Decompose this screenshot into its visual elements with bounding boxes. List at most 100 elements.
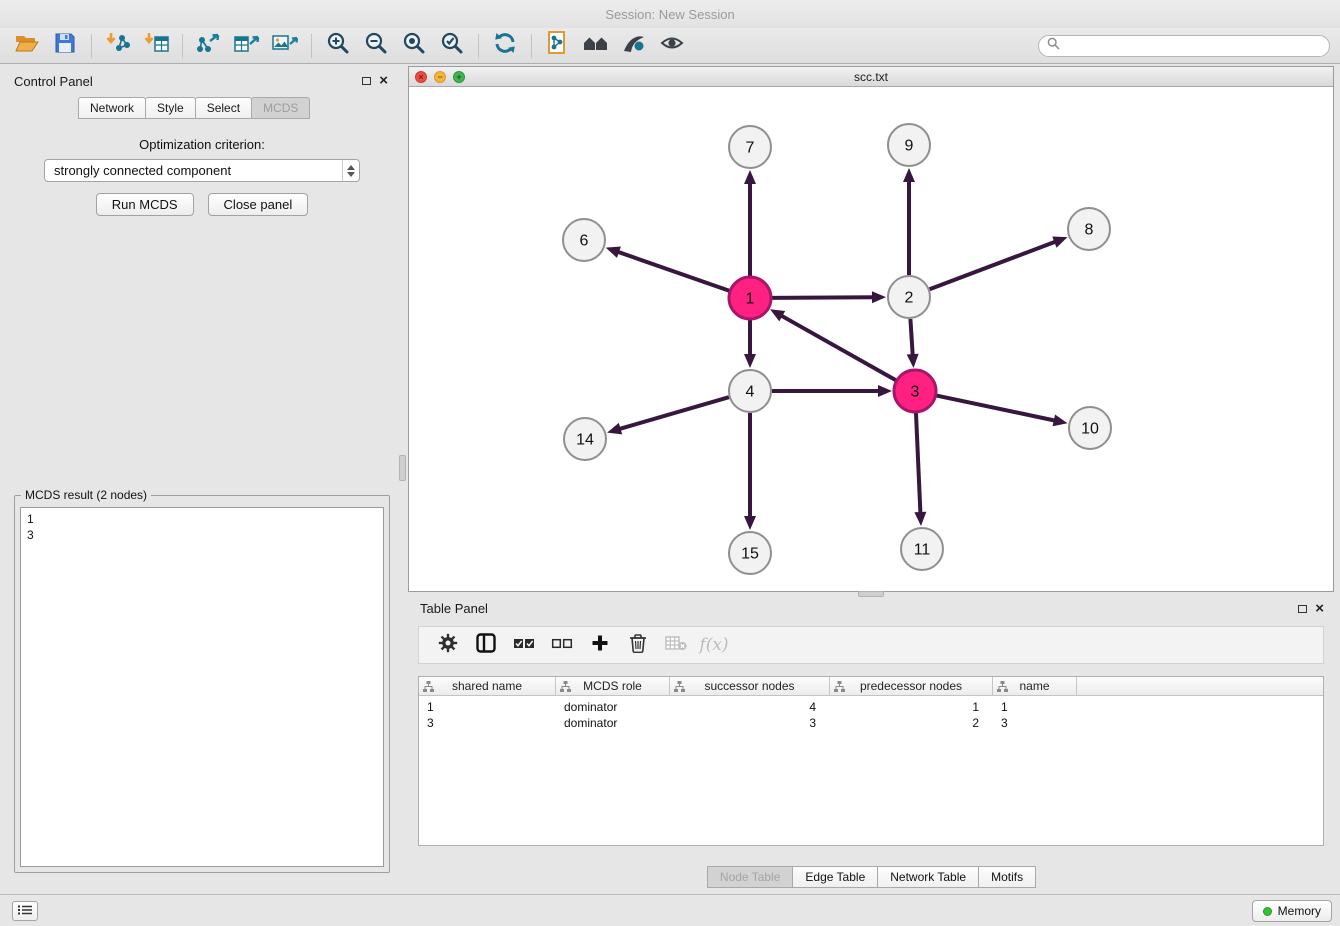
table-cell-shared-name[interactable]: 1 [419,700,556,714]
delete-table-icon [665,635,687,656]
close-window-icon[interactable]: × [415,71,427,83]
show-details-button[interactable] [653,31,691,61]
delete-row-button[interactable] [619,630,657,660]
network-window-titlebar[interactable]: × − + scc.txt [409,67,1333,87]
export-network-button[interactable] [190,31,228,61]
graph-node-2[interactable]: 2 [888,276,930,318]
column-header-successor-nodes[interactable]: successor nodes [670,677,830,695]
column-header-mcds-role[interactable]: MCDS role [556,677,670,695]
graph-edge-2-9[interactable] [903,168,915,275]
network-canvas[interactable]: 7 9 6 8 1 2 4 3 14 10 15 11 [409,87,1333,591]
graph-node-10[interactable]: 10 [1069,407,1111,449]
graph-node-9[interactable]: 9 [888,124,930,166]
tab-edge-table[interactable]: Edge Table [792,866,878,888]
graph-edge-2-3[interactable] [907,319,919,368]
graph-node-8[interactable]: 8 [1068,208,1110,250]
graph-edge-1-6[interactable] [606,247,730,291]
graph-edge-3-11[interactable] [914,413,926,526]
export-table-button[interactable] [228,31,266,61]
save-session-button[interactable] [46,31,84,61]
select-all-button[interactable] [505,630,543,660]
zoom-out-button[interactable] [357,31,395,61]
close-panel-button[interactable]: Close panel [208,193,309,216]
graph-edge-3-1[interactable] [770,309,896,380]
close-panel-icon[interactable]: × [1315,603,1324,615]
table-cell-mcds-role[interactable]: dominator [556,700,670,714]
float-panel-icon[interactable] [1298,605,1307,613]
graph-edge-4-15[interactable] [744,413,756,530]
export-image-icon [272,32,298,59]
svg-text:10: 10 [1081,421,1099,438]
refresh-layout-button[interactable] [486,31,524,61]
tab-style[interactable]: Style [145,97,196,119]
tab-network[interactable]: Network [78,97,146,119]
search-input[interactable] [1066,39,1321,53]
graph-edge-2-8[interactable] [930,236,1068,289]
zoom-selected-button[interactable] [433,31,471,61]
zoom-fit-button[interactable] [395,31,433,61]
table-cell-successor-nodes[interactable]: 4 [670,700,830,714]
table-cell-name[interactable]: 1 [993,700,1077,714]
graph-node-7[interactable]: 7 [729,126,771,168]
optimization-dropdown[interactable]: strongly connected component [44,159,360,182]
delete-table-button[interactable] [657,630,695,660]
graph-node-14[interactable]: 14 [564,418,606,460]
minimize-window-icon[interactable]: − [434,71,446,83]
mcds-result-textarea[interactable]: 1 3 [20,507,384,867]
add-row-button[interactable] [581,630,619,660]
memory-button[interactable]: Memory [1252,900,1332,922]
graph-node-15[interactable]: 15 [729,532,771,574]
table-cell-successor-nodes[interactable]: 3 [670,716,830,730]
function-builder-button[interactable]: f(x) [695,630,733,660]
graph-node-11[interactable]: 11 [901,528,943,570]
graph-edge-1-2[interactable] [772,291,886,303]
tab-node-table[interactable]: Node Table [707,866,794,888]
first-neighbors-button[interactable] [577,31,615,61]
table-cell-name[interactable]: 3 [993,716,1077,730]
graph-node-6[interactable]: 6 [563,219,605,261]
column-header-shared-name[interactable]: shared name [419,677,556,695]
import-network-button[interactable] [99,31,137,61]
table-cell-mcds-role[interactable]: dominator [556,716,670,730]
trash-icon [629,633,647,658]
zoom-in-button[interactable] [319,31,357,61]
panel-menu-button[interactable] [12,901,38,921]
save-floppy-icon [54,32,76,59]
export-image-button[interactable] [266,31,304,61]
horizontal-splitter-handle[interactable] [858,591,884,597]
network-graph[interactable]: 7 9 6 8 1 2 4 3 14 10 15 11 [409,87,1333,591]
graph-node-4[interactable]: 4 [729,370,771,412]
network-from-selection-button[interactable] [539,31,577,61]
graph-edge-1-4[interactable] [744,320,756,368]
show-columns-button[interactable] [467,630,505,660]
graph-edge-4-14[interactable] [607,397,729,434]
graph-edge-1-7[interactable] [744,170,756,276]
close-panel-icon[interactable]: × [379,75,388,87]
zoom-window-icon[interactable]: + [453,71,465,83]
run-mcds-button[interactable]: Run MCDS [96,193,194,216]
apply-style-button[interactable] [615,31,653,61]
tab-network-table[interactable]: Network Table [877,866,979,888]
tab-motifs[interactable]: Motifs [978,866,1036,888]
table-row[interactable]: 1dominator411 [419,699,1323,715]
tab-mcds[interactable]: MCDS [251,97,310,119]
deselect-all-button[interactable] [543,630,581,660]
table-row[interactable]: 3dominator323 [419,715,1323,731]
column-header-name[interactable]: name [993,677,1077,695]
vertical-splitter-handle[interactable] [399,455,406,481]
graph-edge-4-3[interactable] [772,385,892,397]
float-panel-icon[interactable] [362,77,371,85]
table-cell-shared-name[interactable]: 3 [419,716,556,730]
tab-select[interactable]: Select [195,97,252,119]
open-session-button[interactable] [8,31,46,61]
graph-node-3[interactable]: 3 [894,370,936,412]
import-table-button[interactable] [137,31,175,61]
column-header-predecessor-nodes[interactable]: predecessor nodes [830,677,993,695]
graph-node-1[interactable]: 1 [729,277,771,319]
status-bar: Memory [0,894,1340,926]
table-settings-button[interactable] [429,630,467,660]
graph-edge-3-10[interactable] [937,396,1068,427]
table-cell-predecessor-nodes[interactable]: 1 [830,700,993,714]
table-cell-predecessor-nodes[interactable]: 2 [830,716,993,730]
search-box[interactable] [1038,35,1330,57]
